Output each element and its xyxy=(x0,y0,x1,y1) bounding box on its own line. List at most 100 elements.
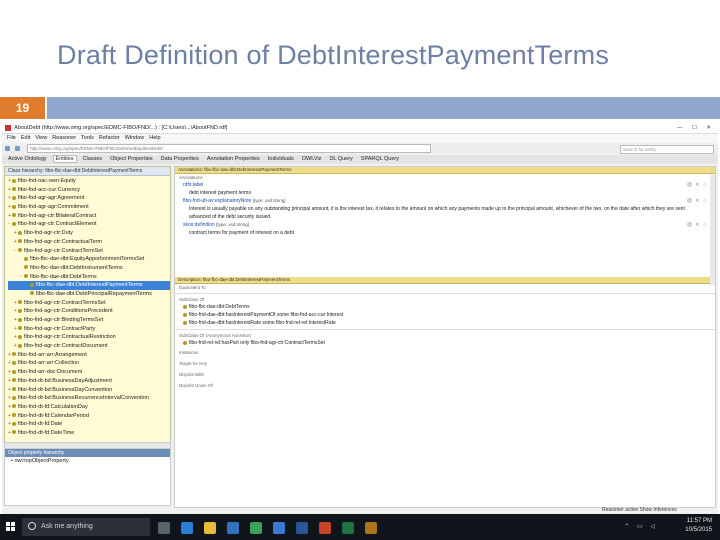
menu-item-help[interactable]: Help xyxy=(149,135,160,141)
class-tree-item[interactable]: fibo-fbc-dae-dbt:DebtPrincipalRepaymentT… xyxy=(8,290,170,299)
tab-classes[interactable]: Classes xyxy=(81,156,105,162)
window-title: AboutDebt (http://www.omg.org/spec/EDMC-… xyxy=(14,125,228,131)
class-tree-item[interactable]: + fibo-fnd-agr-ctr:BindingTermsSet xyxy=(8,316,170,325)
class-tree-label: fibo-fbc-dae-dbt:DebtInstrumentTerms xyxy=(30,264,123,271)
file-explorer-icon[interactable] xyxy=(204,521,216,534)
class-tree-item[interactable]: + fibo-fnd-agr-ctr:ContractDocument xyxy=(8,342,170,351)
class-tree-label: fibo-fbc-dae-dbt:EquityApportionmentTerm… xyxy=(30,256,145,263)
class-tree-item[interactable]: + fibo-fnd-dt-fd:DateTime xyxy=(8,429,170,438)
class-tree-item[interactable]: - fibo-fnd-agr-ctr:ContractTermSet xyxy=(8,247,170,256)
class-tree-item[interactable]: + fibo-fnd-arr-arr:Collection xyxy=(8,359,170,368)
class-tree-item[interactable]: + fibo-fnd-oac-own:Equity xyxy=(8,177,170,186)
class-tree-label: fibo-fnd-agr-agr:Agreement xyxy=(18,195,85,202)
class-tree-item[interactable]: + fibo-fnd-acc-cur:Currency xyxy=(8,186,170,195)
powerpoint-icon[interactable] xyxy=(319,521,331,534)
class-tree-label: fibo-fnd-agr-ctr:ContractDocument xyxy=(24,343,108,350)
class-tree-item[interactable]: + fibo-fnd-agr-ctr:ContractTermsSet xyxy=(8,299,170,308)
window-titlebar: AboutDebt (http://www.omg.org/spec/EDMC-… xyxy=(2,124,718,134)
ontology-address-field[interactable]: http://www.omg.org/spec/EDMC-FIBO/FBC/De… xyxy=(27,144,432,154)
tab-data-properties[interactable]: Data Properties xyxy=(159,156,201,162)
class-tree-item[interactable]: + fibo-fnd-agr-ctr:ConditionsPrecedent xyxy=(8,307,170,316)
menu-item-window[interactable]: Window xyxy=(125,135,145,141)
task-view-icon[interactable] xyxy=(158,521,170,534)
class-bullet-icon xyxy=(12,195,16,200)
windows-start-icon[interactable] xyxy=(6,522,15,531)
tab-annotation-properties[interactable]: Annotation Properties xyxy=(205,156,262,162)
excel-icon[interactable] xyxy=(342,521,354,534)
annotation-edit-icons-3[interactable]: @ ✕ ○ xyxy=(687,221,707,229)
tab-entities[interactable]: Entities xyxy=(52,155,77,163)
class-tree-item[interactable]: + fibo-fnd-dt-fd:CalendarPeriod xyxy=(8,412,170,421)
annotations-label: Annotations xyxy=(179,175,203,180)
class-tree-item[interactable]: + fibo-fnd-dt-bd:BusinessDayConvention xyxy=(8,386,170,395)
class-bullet-icon xyxy=(18,230,22,235)
tab-object-properties[interactable]: Object Properties xyxy=(108,156,155,162)
class-tree-item[interactable]: + fibo-fnd-dt-fd:Date xyxy=(8,420,170,429)
chrome-icon[interactable] xyxy=(250,521,262,534)
class-tree-item[interactable]: + fibo-fnd-agr-ctr:Duty xyxy=(8,229,170,238)
class-tree-item[interactable]: - fibo-fnd-agr-ctr:ContractElement xyxy=(8,220,170,229)
slide-accent-bar xyxy=(47,97,720,119)
class-tree-item[interactable]: + fibo-fnd-agr-agr:Commitment xyxy=(8,203,170,212)
java-icon[interactable] xyxy=(365,521,377,534)
annotation-edit-icons[interactable]: @ ✕ ○ xyxy=(687,181,707,189)
back-icon[interactable] xyxy=(5,146,10,152)
class-tree-item[interactable]: + fibo-fnd-arr-arr:Arrangement xyxy=(8,351,170,360)
tab-sparql-query[interactable]: SPARQL Query xyxy=(359,156,401,162)
class-hierarchy-panel: Class hierarchy: fibo-fbc-dae-dbt:DebtIn… xyxy=(4,166,171,443)
window-controls[interactable]: — ☐ ✕ xyxy=(677,124,715,133)
object-property-item[interactable]: • owl:topObjectProperty xyxy=(5,457,170,466)
class-tree-item[interactable]: fibo-fbc-dae-dbt:EquityApportionmentTerm… xyxy=(8,255,170,264)
class-tree-item[interactable]: + fibo-fnd-agr-ctr:BilateralContract xyxy=(8,212,170,221)
annotation-edit-icons-2[interactable]: @ ✕ ○ xyxy=(687,197,707,205)
class-tree-item[interactable]: + fibo-fnd-dt-bd:BusinessDayAdjustment xyxy=(8,377,170,386)
tab-active-ontology[interactable]: Active Ontology xyxy=(6,156,49,162)
system-tray-icons[interactable]: ⌃ ▭ ◁ xyxy=(624,523,658,530)
class-tree-item[interactable]: fibo-fbc-dae-dbt:DebtInstrumentTerms xyxy=(8,264,170,273)
cortana-search-box[interactable]: Ask me anything xyxy=(22,518,150,536)
menu-item-tools[interactable]: Tools xyxy=(81,135,94,141)
menu-item-view[interactable]: View xyxy=(35,135,47,141)
class-tree-item[interactable]: - fibo-fbc-dae-dbt:DebtTerms xyxy=(8,273,170,282)
class-tree-label: fibo-fnd-agr-ctr:ContractParty xyxy=(24,325,96,332)
class-tree-item[interactable]: + fibo-fnd-agr-ctr:ContractualRestriction xyxy=(8,333,170,342)
subclass-item[interactable]: fibo-fnd-dae-dbt:hasInterestPaymentOf so… xyxy=(175,311,715,319)
menu-item-reasoner[interactable]: Reasoner xyxy=(52,135,76,141)
menu-item-file[interactable]: File xyxy=(7,135,16,141)
store-icon[interactable] xyxy=(227,521,239,534)
class-bullet-icon xyxy=(30,282,34,287)
class-tree-item[interactable]: + fibo-fnd-dt-bd:BusinessRecurrenceInterv… xyxy=(8,394,170,403)
search-input[interactable]: Search for entity xyxy=(620,145,714,154)
class-bullet-icon xyxy=(12,413,16,418)
class-tree-item[interactable]: + fibo-fnd-arr-doc:Document xyxy=(8,368,170,377)
explanatory-note-type: [type: xsd:string] xyxy=(252,198,286,203)
details-scrollbar[interactable] xyxy=(710,175,715,285)
class-tree-item[interactable]: + fibo-fnd-agr-ctr:ContractParty xyxy=(8,325,170,334)
toolbar: http://www.omg.org/spec/EDMC-FIBO/FBC/De… xyxy=(2,144,718,154)
menu-item-edit[interactable]: Edit xyxy=(21,135,30,141)
class-tree-item[interactable]: + fibo-fnd-dt-fd:CalculationDay xyxy=(8,403,170,412)
forward-icon[interactable] xyxy=(14,146,20,152)
subclass-item[interactable]: fibo-fbc-dae-dbt:DebtTerms xyxy=(175,303,715,311)
class-tree-item[interactable]: + fibo-fnd-agr-agr:Agreement xyxy=(8,194,170,203)
class-bullet-icon xyxy=(12,387,16,392)
class-tree-item[interactable]: fibo-fbc-dae-dbt:DebtInterestPaymentTerm… xyxy=(8,281,170,290)
word-icon[interactable] xyxy=(296,521,308,534)
system-clock[interactable]: 11:57 PM 10/5/2015 xyxy=(685,517,712,535)
explanatory-note-key: fibo-fnd-utl-av:explanatoryNote xyxy=(183,198,252,204)
subclass-item[interactable]: fibo-fnd-dae-dbt:hasInterestRate some fi… xyxy=(175,319,715,327)
tab-individuals[interactable]: Individuals xyxy=(266,156,296,162)
class-tree-item[interactable]: + fibo-fnd-agr-ctr:ContractualTerm xyxy=(8,238,170,247)
anonymous-ancestor-item[interactable]: fibo-fnd-rel-rel:hasPart only fibo-fnd-a… xyxy=(175,339,715,347)
class-tree-label: fibo-fbc-dae-dbt:DebtInterestPaymentTerm… xyxy=(36,282,143,289)
class-bullet-icon xyxy=(183,312,187,317)
class-bullet-icon xyxy=(18,300,22,305)
edge-icon[interactable] xyxy=(181,521,193,534)
tab-owlviz[interactable]: OWLViz xyxy=(300,156,324,162)
tab-dl-query[interactable]: DL Query xyxy=(327,156,354,162)
cortana-search-text: Ask me anything xyxy=(41,523,93,530)
mail-icon[interactable] xyxy=(273,521,285,534)
equivalent-to-label: Equivalent To xyxy=(179,285,206,290)
menu-item-refactor[interactable]: Refactor xyxy=(99,135,120,141)
class-bullet-icon xyxy=(12,360,16,365)
